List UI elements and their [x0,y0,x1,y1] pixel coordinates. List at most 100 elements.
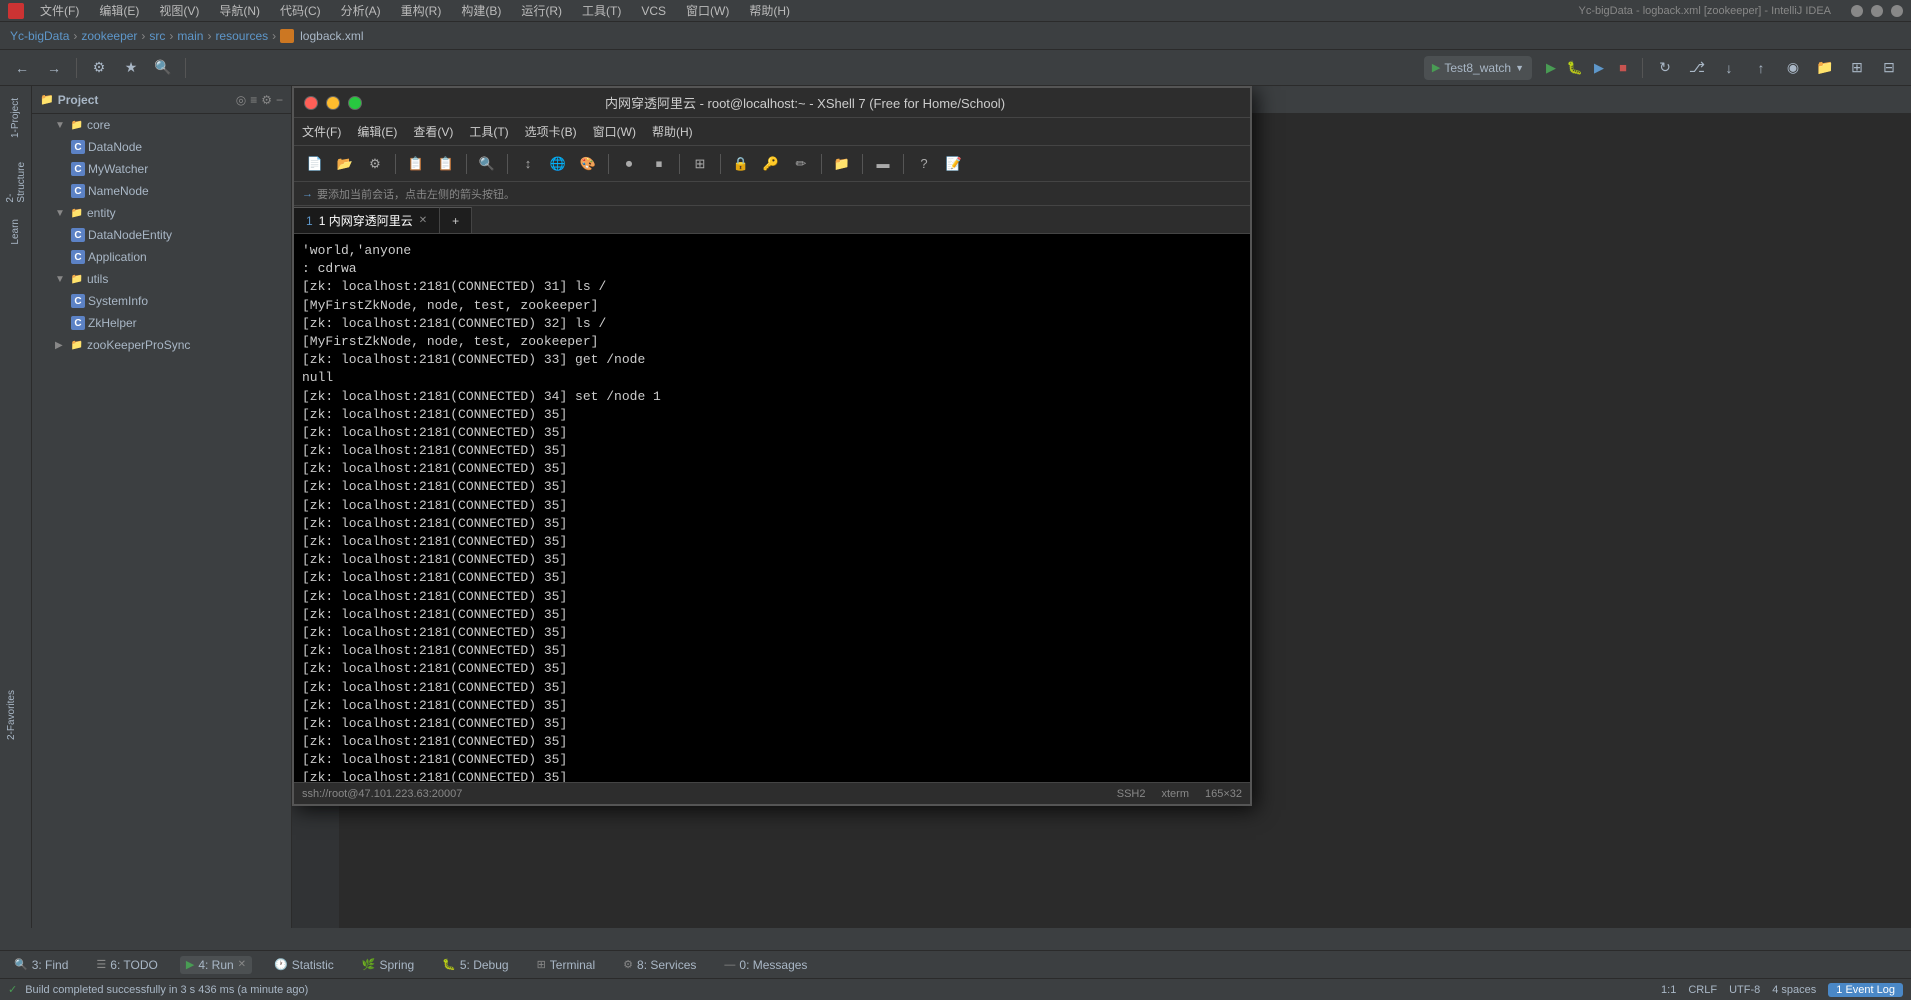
bt-todo[interactable]: ☰ 6: TODO [90,956,163,974]
ssh-menu-edit[interactable]: 编辑(E) [357,123,397,140]
ssh-pen[interactable]: ✏ [788,151,814,177]
tree-item-datanode[interactable]: C DataNode [32,136,291,158]
menu-view[interactable]: 视图(V) [155,0,203,21]
run-button[interactable]: ▶ [1540,57,1562,79]
ssh-lock[interactable]: 🔒 [728,151,754,177]
menu-window[interactable]: 窗口(W) [682,0,733,21]
vcs-push[interactable]: ↑ [1747,54,1775,82]
bt-messages[interactable]: — 0: Messages [718,956,813,974]
sidebar-learn-icon[interactable]: Learn [2,218,30,246]
tree-item-systeminfo[interactable]: C SystemInfo [32,290,291,312]
tree-item-entity[interactable]: ▼ 📁 entity [32,202,291,224]
ssh-menu-help[interactable]: 帮助(H) [652,123,693,140]
menu-help[interactable]: 帮助(H) [745,0,794,21]
project-target-icon[interactable]: ◎ [236,93,246,107]
ssh-color[interactable]: 🎨 [575,151,601,177]
ssh-record[interactable]: ⏺ [616,151,642,177]
ssh-mini[interactable]: ▬ [870,151,896,177]
bt-terminal[interactable]: ⊞ Terminal [531,956,602,974]
bt-spring[interactable]: 🌿 Spring [356,956,420,974]
ssh-minimize-button[interactable] [326,96,340,110]
tree-item-core[interactable]: ▼ 📁 core [32,114,291,136]
bt-services[interactable]: ⚙ 8: Services [617,956,702,974]
sidebar-project-icon[interactable]: 1-Project [6,90,26,146]
layout-button[interactable]: ⊟ [1875,54,1903,82]
bt-find[interactable]: 🔍 3: Find [8,956,74,974]
menu-tools[interactable]: 工具(T) [578,0,625,21]
menu-vcs[interactable]: VCS [637,2,670,20]
project-minimize-icon[interactable]: − [276,93,283,107]
breadcrumb-zookeeper[interactable]: zookeeper [81,29,137,43]
minimize-button[interactable] [1851,5,1863,17]
ssh-key[interactable]: 🔑 [758,151,784,177]
bt-debug[interactable]: 🐛 5: Debug [436,956,514,974]
profile-button[interactable]: ◉ [1779,54,1807,82]
ssh-compose[interactable]: 📝 [941,151,967,177]
ssh-terminal[interactable]: 'world,'anyone : cdrwa [zk: localhost:21… [294,234,1250,782]
tree-item-datanodeentity[interactable]: C DataNodeEntity [32,224,291,246]
ssh-menu-file[interactable]: 文件(F) [302,123,341,140]
vcs-pull[interactable]: ↓ [1715,54,1743,82]
bookmark-button[interactable]: ★ [117,54,145,82]
ssh-expand[interactable]: ⊞ [687,151,713,177]
ssh-globe[interactable]: 🌐 [545,151,571,177]
ssh-new-session[interactable]: 📄 [302,151,328,177]
menu-code[interactable]: 代码(C) [276,0,325,21]
ssh-find[interactable]: 🔍 [474,151,500,177]
folder-button[interactable]: 📁 [1811,54,1839,82]
run-tab-close[interactable]: ✕ [238,959,246,970]
sidebar-structure-icon[interactable]: 2-Structure [2,168,30,196]
forward-button[interactable]: → [40,54,68,82]
ssh-menu-view[interactable]: 查看(V) [413,123,453,140]
stop-button[interactable]: ■ [1612,57,1634,79]
project-settings-icon[interactable]: ⚙ [261,93,272,107]
event-log-button[interactable]: 1 Event Log [1828,983,1903,997]
sidebar-favorites-icon[interactable]: 2-Favorites [0,682,23,748]
menu-edit[interactable]: 编辑(E) [95,0,143,21]
ssh-help2[interactable]: ? [911,151,937,177]
breadcrumb-resources[interactable]: resources [215,29,268,43]
git-button[interactable]: ⎇ [1683,54,1711,82]
run-configuration[interactable]: ▶ Test8_watch ▼ [1424,56,1532,80]
tree-item-namenode[interactable]: C NameNode [32,180,291,202]
menu-refactor[interactable]: 重构(R) [397,0,446,21]
menu-navigate[interactable]: 导航(N) [215,0,264,21]
ssh-tab-1[interactable]: 1 1 内网穿透阿里云 ✕ [294,207,440,233]
bt-run[interactable]: ▶ 4: Run ✕ [180,956,252,974]
menu-file[interactable]: 文件(F) [36,0,83,21]
ssh-menu-tabs[interactable]: 选项卡(B) [525,123,577,140]
ssh-maximize-button[interactable] [348,96,362,110]
back-button[interactable]: ← [8,54,36,82]
ssh-open-session[interactable]: 📂 [332,151,358,177]
ssh-menu-window[interactable]: 窗口(W) [593,123,636,140]
close-button[interactable] [1891,5,1903,17]
tree-item-zkhelper[interactable]: C ZkHelper [32,312,291,334]
ssh-transfer[interactable]: ↕ [515,151,541,177]
settings-button[interactable]: ⚙ [85,54,113,82]
bt-statistic[interactable]: 🕐 Statistic [268,956,340,974]
breadcrumb-src[interactable]: src [149,29,165,43]
ssh-folder2[interactable]: 📁 [829,151,855,177]
menu-analyze[interactable]: 分析(A) [337,0,385,21]
debug-button[interactable]: 🐛 [1564,57,1586,79]
ssh-tab-add[interactable]: + [440,207,472,233]
breadcrumb-main[interactable]: main [177,29,203,43]
menu-build[interactable]: 构建(B) [457,0,505,21]
maximize-button[interactable] [1871,5,1883,17]
project-collapse-icon[interactable]: ≡ [250,93,257,107]
menu-run[interactable]: 运行(R) [517,0,566,21]
ssh-paste[interactable]: 📋 [433,151,459,177]
tree-item-application[interactable]: C Application [32,246,291,268]
tree-item-zookeeperprousync[interactable]: ▶ 📁 zooKeeperProSync [32,334,291,356]
ssh-stop-record[interactable]: ⏹ [646,151,672,177]
coverage-button[interactable]: ▶ [1588,57,1610,79]
ssh-properties[interactable]: ⚙ [362,151,388,177]
ssh-close-button[interactable] [304,96,318,110]
terminal-button[interactable]: ⊞ [1843,54,1871,82]
breadcrumb-yc-bigdata[interactable]: Yc-bigData [10,29,69,43]
tree-item-utils[interactable]: ▼ 📁 utils [32,268,291,290]
tree-item-mywatcher[interactable]: C MyWatcher [32,158,291,180]
update-button[interactable]: ↻ [1651,54,1679,82]
search-everywhere-button[interactable]: 🔍 [149,54,177,82]
ssh-menu-tools[interactable]: 工具(T) [469,123,508,140]
